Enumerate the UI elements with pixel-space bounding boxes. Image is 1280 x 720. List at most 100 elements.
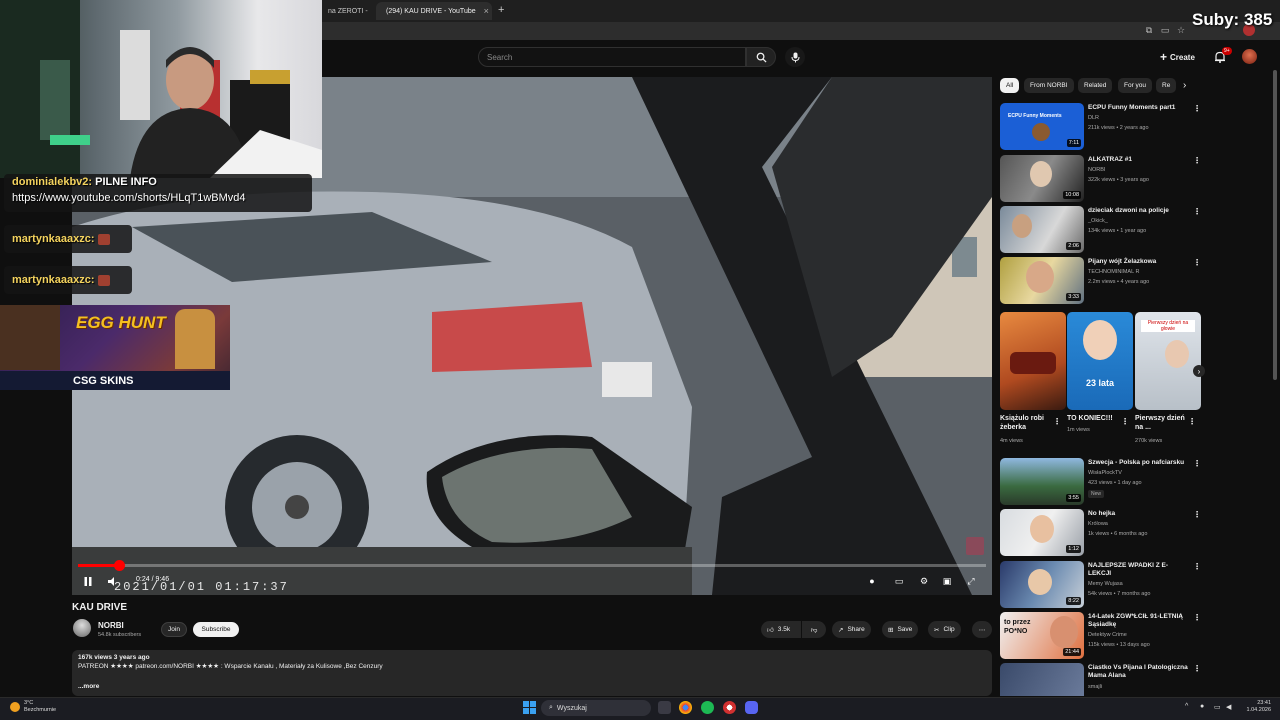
rec-thumbnail[interactable]: ECPU Funny Moments 7:11: [1000, 103, 1084, 150]
autoplay-toggle[interactable]: ●: [866, 575, 878, 587]
rec-title[interactable]: dzieciak dzwoni na policje: [1088, 207, 1188, 215]
rec-thumbnail[interactable]: 2:06: [1000, 206, 1084, 253]
rec-thumbnail[interactable]: 3:55: [1000, 458, 1084, 505]
pause-button[interactable]: [82, 575, 94, 587]
short-title[interactable]: Pierwszy dzień na ...: [1135, 414, 1189, 432]
translate-icon[interactable]: ⧉: [1143, 24, 1155, 36]
volume-button[interactable]: [106, 575, 119, 587]
voice-search-button[interactable]: [785, 47, 805, 67]
rec-title[interactable]: ALKATRAZ #1: [1088, 156, 1188, 164]
weather-widget[interactable]: 3°C Bezchmurnie: [24, 700, 56, 714]
chip-related[interactable]: Related: [1078, 78, 1113, 93]
rec-channel[interactable]: WisłaPlockTV: [1088, 470, 1122, 476]
rec-thumbnail[interactable]: [1000, 663, 1084, 696]
bookmark-star-icon[interactable]: ☆: [1175, 24, 1187, 36]
search-input[interactable]: Search: [478, 47, 746, 67]
fullscreen-button[interactable]: ⤢: [965, 575, 977, 587]
browser-tab-2[interactable]: (294) KAU DRIVE - YouTube ×: [376, 2, 492, 20]
rec-title[interactable]: NAJLEPSZE WPADKI Z E-LEKCJI: [1088, 562, 1188, 578]
more-options-icon[interactable]: ⋮: [1193, 258, 1201, 267]
microphone-tray-icon[interactable]: ●: [1200, 703, 1204, 710]
address-bar[interactable]: [322, 22, 1280, 40]
short-title[interactable]: TO KONIEC!!!: [1067, 414, 1121, 423]
weather-icon[interactable]: [10, 702, 20, 712]
more-options-icon[interactable]: ⋮: [1193, 156, 1201, 165]
description-box[interactable]: [72, 650, 992, 696]
chips-next-icon[interactable]: ›: [1183, 80, 1186, 91]
discord-icon[interactable]: [745, 701, 758, 714]
miniplayer-button[interactable]: ▣: [941, 575, 953, 587]
taskbar-clock[interactable]: 23:41 1.04.2026: [1241, 700, 1271, 714]
short-title[interactable]: Książulo robi żeberka: [1000, 414, 1054, 432]
join-button[interactable]: Join: [161, 622, 187, 637]
chip-for-you[interactable]: For you: [1118, 78, 1153, 93]
chip-truncated[interactable]: Re: [1156, 78, 1176, 93]
more-options-icon[interactable]: ⋮: [1193, 510, 1201, 519]
rec-channel[interactable]: Królowa: [1088, 521, 1108, 527]
save-button[interactable]: ⊞ Save: [882, 621, 919, 638]
app-icon[interactable]: [723, 701, 736, 714]
tray-expand-icon[interactable]: ^: [1185, 703, 1188, 710]
more-options-icon[interactable]: ⋮: [1193, 104, 1201, 113]
task-view-icon[interactable]: [658, 701, 671, 714]
share-button[interactable]: ↗ Share: [832, 621, 871, 638]
network-icon[interactable]: ▭: [1214, 703, 1221, 711]
search-button[interactable]: [746, 47, 776, 67]
channel-name[interactable]: NORBI: [98, 621, 124, 630]
rec-thumbnail[interactable]: 8:22: [1000, 561, 1084, 608]
more-options-icon[interactable]: ⋮: [1193, 207, 1201, 216]
rec-channel[interactable]: _Okick_: [1088, 218, 1108, 224]
page-scrollbar[interactable]: [1273, 70, 1277, 380]
rec-channel[interactable]: Memy Wujasa: [1088, 581, 1123, 587]
chip-all[interactable]: All: [1000, 78, 1020, 93]
new-tab-icon[interactable]: +: [498, 4, 504, 16]
rec-channel[interactable]: NORBI: [1088, 167, 1105, 173]
rec-title[interactable]: No hejka: [1088, 510, 1188, 518]
account-avatar[interactable]: [1242, 49, 1257, 64]
create-button[interactable]: + Create: [1160, 48, 1195, 66]
subscribe-button[interactable]: Subscribe: [193, 622, 239, 637]
more-options-icon[interactable]: ⋮: [1193, 613, 1201, 622]
rec-thumbnail[interactable]: to przez PO*NO 21:44: [1000, 612, 1084, 659]
rec-thumbnail[interactable]: 3:33: [1000, 257, 1084, 304]
more-options-icon[interactable]: ⋮: [1121, 417, 1129, 426]
volume-tray-icon[interactable]: ◀: [1226, 703, 1231, 711]
more-options-icon[interactable]: ⋮: [1188, 417, 1196, 426]
progress-scrubber-handle[interactable]: [114, 560, 125, 571]
rec-title[interactable]: Pijany wójt Żelazkowa: [1088, 258, 1188, 266]
rec-channel[interactable]: TECHNOMINIMAL R: [1088, 269, 1139, 275]
show-more-link[interactable]: ...more: [78, 683, 99, 690]
subtitles-button[interactable]: ▭: [893, 575, 905, 587]
rec-title[interactable]: Ciastko Vs Pijana I Patologiczna Mama Al…: [1088, 664, 1188, 680]
more-options-icon[interactable]: ⋮: [1193, 664, 1201, 673]
short-thumbnail[interactable]: Pierwszy dzień na głowie: [1135, 312, 1201, 410]
rec-channel[interactable]: smajli: [1088, 684, 1102, 690]
short-thumbnail[interactable]: [1000, 312, 1066, 410]
close-tab-icon[interactable]: ×: [484, 6, 489, 16]
progress-bar[interactable]: [78, 564, 986, 567]
rec-channel[interactable]: Detektyw Crime: [1088, 632, 1127, 638]
taskbar-search[interactable]: ⌕ Wyszukaj: [541, 700, 651, 716]
like-button[interactable]: 👍︎ 3.5k: [761, 621, 801, 638]
rec-thumbnail[interactable]: 10:08: [1000, 155, 1084, 202]
shorts-next-icon[interactable]: ›: [1193, 365, 1205, 377]
more-options-icon[interactable]: ⋮: [1193, 562, 1201, 571]
dislike-button[interactable]: 👎︎: [802, 621, 826, 638]
more-options-icon[interactable]: ⋮: [1193, 459, 1201, 468]
rec-title[interactable]: 14-Latek ZGW*ŁCIŁ 91-LETNIĄ Sąsiadkę: [1088, 613, 1188, 629]
rec-channel[interactable]: DLR: [1088, 115, 1099, 121]
rec-thumbnail[interactable]: 1:12: [1000, 509, 1084, 556]
clip-button[interactable]: ✂ Clip: [928, 621, 961, 638]
channel-watermark-icon[interactable]: [966, 537, 984, 555]
more-actions-button[interactable]: ⋯: [972, 621, 992, 638]
more-options-icon[interactable]: ⋮: [1053, 417, 1061, 426]
settings-button[interactable]: ⚙: [918, 575, 930, 587]
rec-title[interactable]: Szwecja - Polska po nafciarsku: [1088, 459, 1188, 467]
windows-start-icon[interactable]: [523, 701, 536, 714]
channel-avatar[interactable]: [73, 619, 91, 637]
spotify-icon[interactable]: [701, 701, 714, 714]
chip-from-norbi[interactable]: From NORBI: [1024, 78, 1074, 93]
cast-icon[interactable]: ▭: [1159, 24, 1171, 36]
rec-title[interactable]: ECPU Funny Moments part1: [1088, 104, 1188, 112]
browser-tab-1[interactable]: na ZEROTI - ×: [322, 2, 374, 20]
